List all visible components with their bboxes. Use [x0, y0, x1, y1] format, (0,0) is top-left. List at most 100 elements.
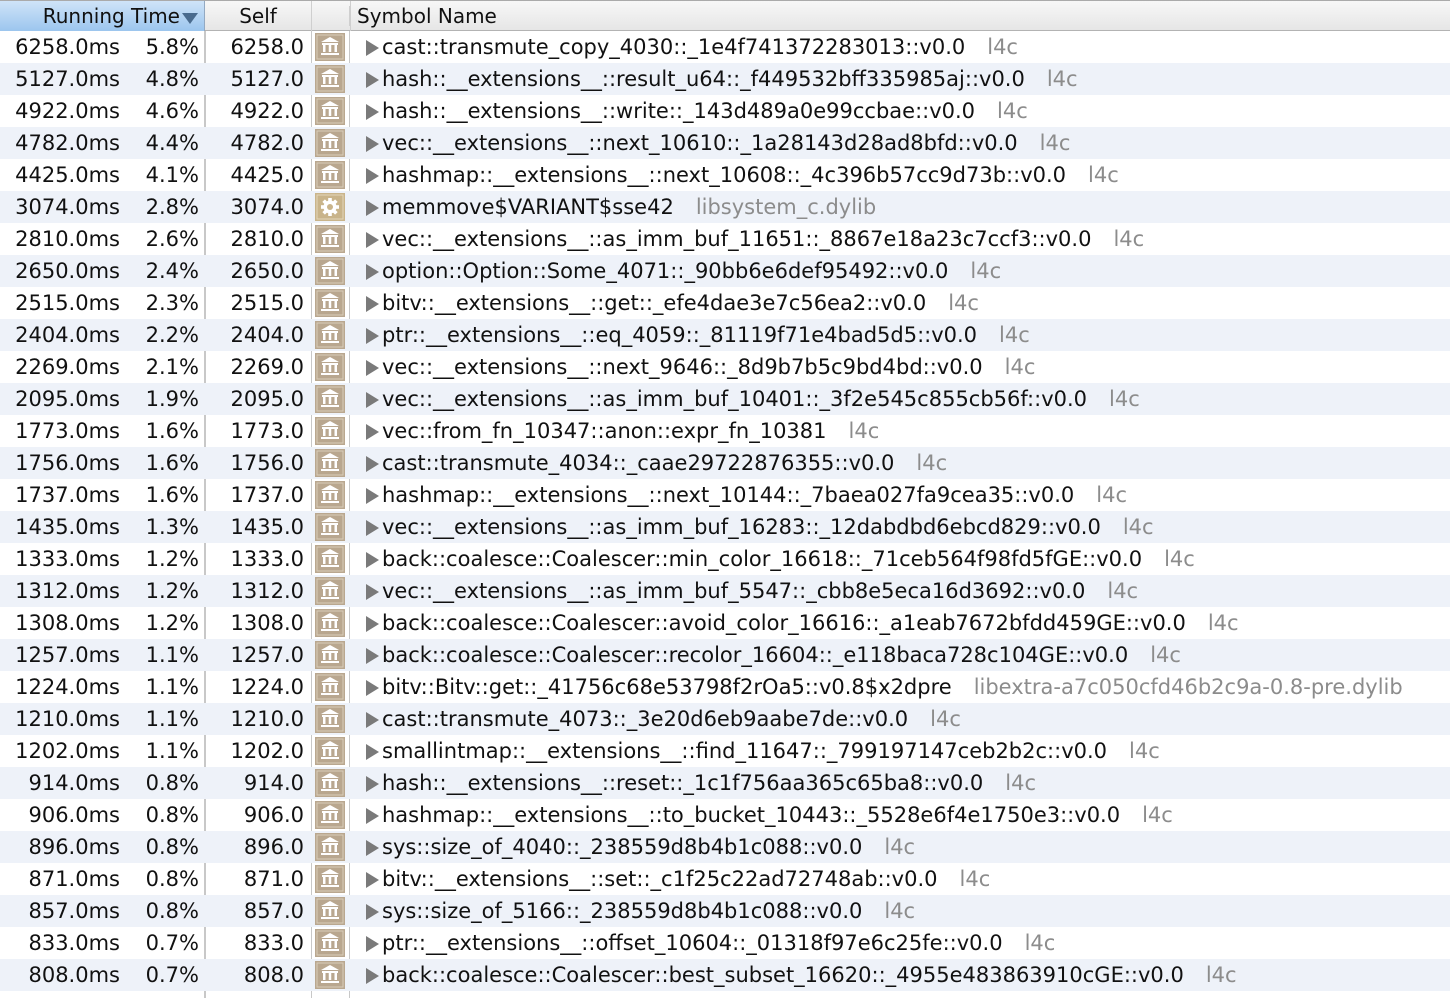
- library-icon: [315, 353, 345, 381]
- column-header-icon[interactable]: [312, 6, 350, 26]
- library-name: l4c: [1207, 611, 1239, 635]
- symbol-name-cell: bitv::Bitv::get::_41756c68e53798f2rOa5::…: [366, 671, 1403, 703]
- self-weight: 5127.0: [230, 67, 304, 91]
- table-row[interactable]: 2404.0ms 2.2% 2404.0 ptr::__extensions__…: [0, 319, 1450, 351]
- library-name: l4c: [1164, 547, 1195, 571]
- column-header-running-time[interactable]: Running Time: [0, 1, 205, 31]
- table-body: 6258.0ms 5.8% 6258.0 cast::transmute_cop…: [0, 31, 1450, 991]
- table-row[interactable]: 833.0ms 0.7% 833.0 ptr::__extensions__::…: [0, 927, 1450, 959]
- table-row[interactable]: 1756.0ms 1.6% 1756.0 cast::transmute_403…: [0, 447, 1450, 479]
- table-row[interactable]: 3074.0ms 2.8% 3074.0 memmove$VARIANT$sse…: [0, 191, 1450, 223]
- disclosure-triangle-icon[interactable]: [366, 680, 379, 696]
- table-row[interactable]: 906.0ms 0.8% 906.0 hashmap::__extensions…: [0, 799, 1450, 831]
- self-weight: 857.0: [243, 899, 304, 923]
- symbol-name: vec::from_fn_10347::anon::expr_fn_10381: [382, 419, 827, 443]
- disclosure-triangle-icon[interactable]: [366, 264, 379, 280]
- disclosure-triangle-icon[interactable]: [366, 40, 379, 56]
- library-icon: [315, 609, 345, 637]
- disclosure-triangle-icon[interactable]: [366, 392, 379, 408]
- library-icon: [315, 929, 345, 957]
- self-weight: 1333.0: [230, 547, 304, 571]
- table-row[interactable]: 896.0ms 0.8% 896.0 sys::size_of_4040::_2…: [0, 831, 1450, 863]
- table-row[interactable]: 871.0ms 0.8% 871.0 bitv::__extensions__:…: [0, 863, 1450, 895]
- running-time-ms: 4922.0ms: [15, 99, 120, 123]
- table-row[interactable]: 2095.0ms 1.9% 2095.0 vec::__extensions__…: [0, 383, 1450, 415]
- self-weight: 1224.0: [230, 675, 304, 699]
- table-row[interactable]: 857.0ms 0.8% 857.0 sys::size_of_5166::_2…: [0, 895, 1450, 927]
- disclosure-triangle-icon[interactable]: [366, 840, 379, 856]
- running-time-ms: 2650.0ms: [15, 259, 120, 283]
- table-row[interactable]: 1435.0ms 1.3% 1435.0 vec::__extensions__…: [0, 511, 1450, 543]
- symbol-name: back::coalesce::Coalescer::min_color_166…: [382, 547, 1143, 571]
- disclosure-triangle-icon[interactable]: [366, 904, 379, 920]
- table-row[interactable]: 1312.0ms 1.2% 1312.0 vec::__extensions__…: [0, 575, 1450, 607]
- table-row[interactable]: 2810.0ms 2.6% 2810.0 vec::__extensions__…: [0, 223, 1450, 255]
- disclosure-triangle-icon[interactable]: [366, 200, 379, 216]
- running-time-ms: 1435.0ms: [15, 515, 120, 539]
- disclosure-triangle-icon[interactable]: [366, 808, 379, 824]
- disclosure-triangle-icon[interactable]: [366, 744, 379, 760]
- self-weight: 3074.0: [230, 195, 304, 219]
- table-row[interactable]: 1308.0ms 1.2% 1308.0 back::coalesce::Coa…: [0, 607, 1450, 639]
- disclosure-triangle-icon[interactable]: [366, 328, 379, 344]
- disclosure-triangle-icon[interactable]: [366, 456, 379, 472]
- disclosure-triangle-icon[interactable]: [366, 776, 379, 792]
- running-time-ms: 1312.0ms: [15, 579, 120, 603]
- disclosure-triangle-icon[interactable]: [366, 72, 379, 88]
- library-name: l4c: [1150, 643, 1181, 667]
- library-name: l4c: [930, 707, 961, 731]
- table-row[interactable]: 4425.0ms 4.1% 4425.0 hashmap::__extensio…: [0, 159, 1450, 191]
- symbol-name-cell: vec::__extensions__::next_9646::_8d9b7b5…: [366, 351, 1035, 383]
- self-weight: 896.0: [243, 835, 304, 859]
- disclosure-triangle-icon[interactable]: [366, 616, 379, 632]
- library-icon: [315, 961, 345, 989]
- table-row[interactable]: 1773.0ms 1.6% 1773.0 vec::from_fn_10347:…: [0, 415, 1450, 447]
- table-row[interactable]: 1257.0ms 1.1% 1257.0 back::coalesce::Coa…: [0, 639, 1450, 671]
- self-weight: 1435.0: [230, 515, 304, 539]
- symbol-name: vec::__extensions__::next_10610::_1a2814…: [382, 131, 1018, 155]
- table-row[interactable]: 4782.0ms 4.4% 4782.0 vec::__extensions__…: [0, 127, 1450, 159]
- table-row[interactable]: 6258.0ms 5.8% 6258.0 cast::transmute_cop…: [0, 31, 1450, 63]
- symbol-name: option::Option::Some_4071::_90bb6e6def95…: [382, 259, 949, 283]
- disclosure-triangle-icon[interactable]: [366, 552, 379, 568]
- symbol-name-cell: cast::transmute_4073::_3e20d6eb9aabe7de:…: [366, 703, 961, 735]
- disclosure-triangle-icon[interactable]: [366, 424, 379, 440]
- disclosure-triangle-icon[interactable]: [366, 136, 379, 152]
- library-name: l4c: [997, 99, 1028, 123]
- disclosure-triangle-icon[interactable]: [366, 968, 379, 984]
- disclosure-triangle-icon[interactable]: [366, 360, 379, 376]
- running-time-ms: 871.0ms: [28, 867, 120, 891]
- self-weight: 914.0: [243, 771, 304, 795]
- table-row[interactable]: 1333.0ms 1.2% 1333.0 back::coalesce::Coa…: [0, 543, 1450, 575]
- table-row[interactable]: 4922.0ms 4.6% 4922.0 hash::__extensions_…: [0, 95, 1450, 127]
- table-row[interactable]: 1737.0ms 1.6% 1737.0 hashmap::__extensio…: [0, 479, 1450, 511]
- running-time-percent: 2.3%: [145, 291, 199, 315]
- library-icon: [315, 129, 345, 157]
- disclosure-triangle-icon[interactable]: [366, 936, 379, 952]
- table-row[interactable]: 2269.0ms 2.1% 2269.0 vec::__extensions__…: [0, 351, 1450, 383]
- symbol-name: vec::__extensions__::next_9646::_8d9b7b5…: [382, 355, 983, 379]
- library-icon: [315, 65, 345, 93]
- disclosure-triangle-icon[interactable]: [366, 104, 379, 120]
- table-row[interactable]: 808.0ms 0.7% 808.0 back::coalesce::Coale…: [0, 959, 1450, 991]
- disclosure-triangle-icon[interactable]: [366, 232, 379, 248]
- disclosure-triangle-icon[interactable]: [366, 584, 379, 600]
- library-icon: [315, 673, 345, 701]
- disclosure-triangle-icon[interactable]: [366, 648, 379, 664]
- disclosure-triangle-icon[interactable]: [366, 488, 379, 504]
- disclosure-triangle-icon[interactable]: [366, 520, 379, 536]
- table-row[interactable]: 2650.0ms 2.4% 2650.0 option::Option::Som…: [0, 255, 1450, 287]
- column-header-self[interactable]: Self: [205, 1, 312, 31]
- disclosure-triangle-icon[interactable]: [366, 872, 379, 888]
- table-row[interactable]: 5127.0ms 4.8% 5127.0 hash::__extensions_…: [0, 63, 1450, 95]
- disclosure-triangle-icon[interactable]: [366, 296, 379, 312]
- table-row[interactable]: 1224.0ms 1.1% 1224.0 bitv::Bitv::get::_4…: [0, 671, 1450, 703]
- table-row[interactable]: 2515.0ms 2.3% 2515.0 bitv::__extensions_…: [0, 287, 1450, 319]
- symbol-name-cell: hash::__extensions__::reset::_1c1f756aa3…: [366, 767, 1036, 799]
- column-header-symbol-name[interactable]: Symbol Name: [350, 1, 1450, 31]
- disclosure-triangle-icon[interactable]: [366, 168, 379, 184]
- table-row[interactable]: 1210.0ms 1.1% 1210.0 cast::transmute_407…: [0, 703, 1450, 735]
- table-row[interactable]: 914.0ms 0.8% 914.0 hash::__extensions__:…: [0, 767, 1450, 799]
- disclosure-triangle-icon[interactable]: [366, 712, 379, 728]
- table-row[interactable]: 1202.0ms 1.1% 1202.0 smallintmap::__exte…: [0, 735, 1450, 767]
